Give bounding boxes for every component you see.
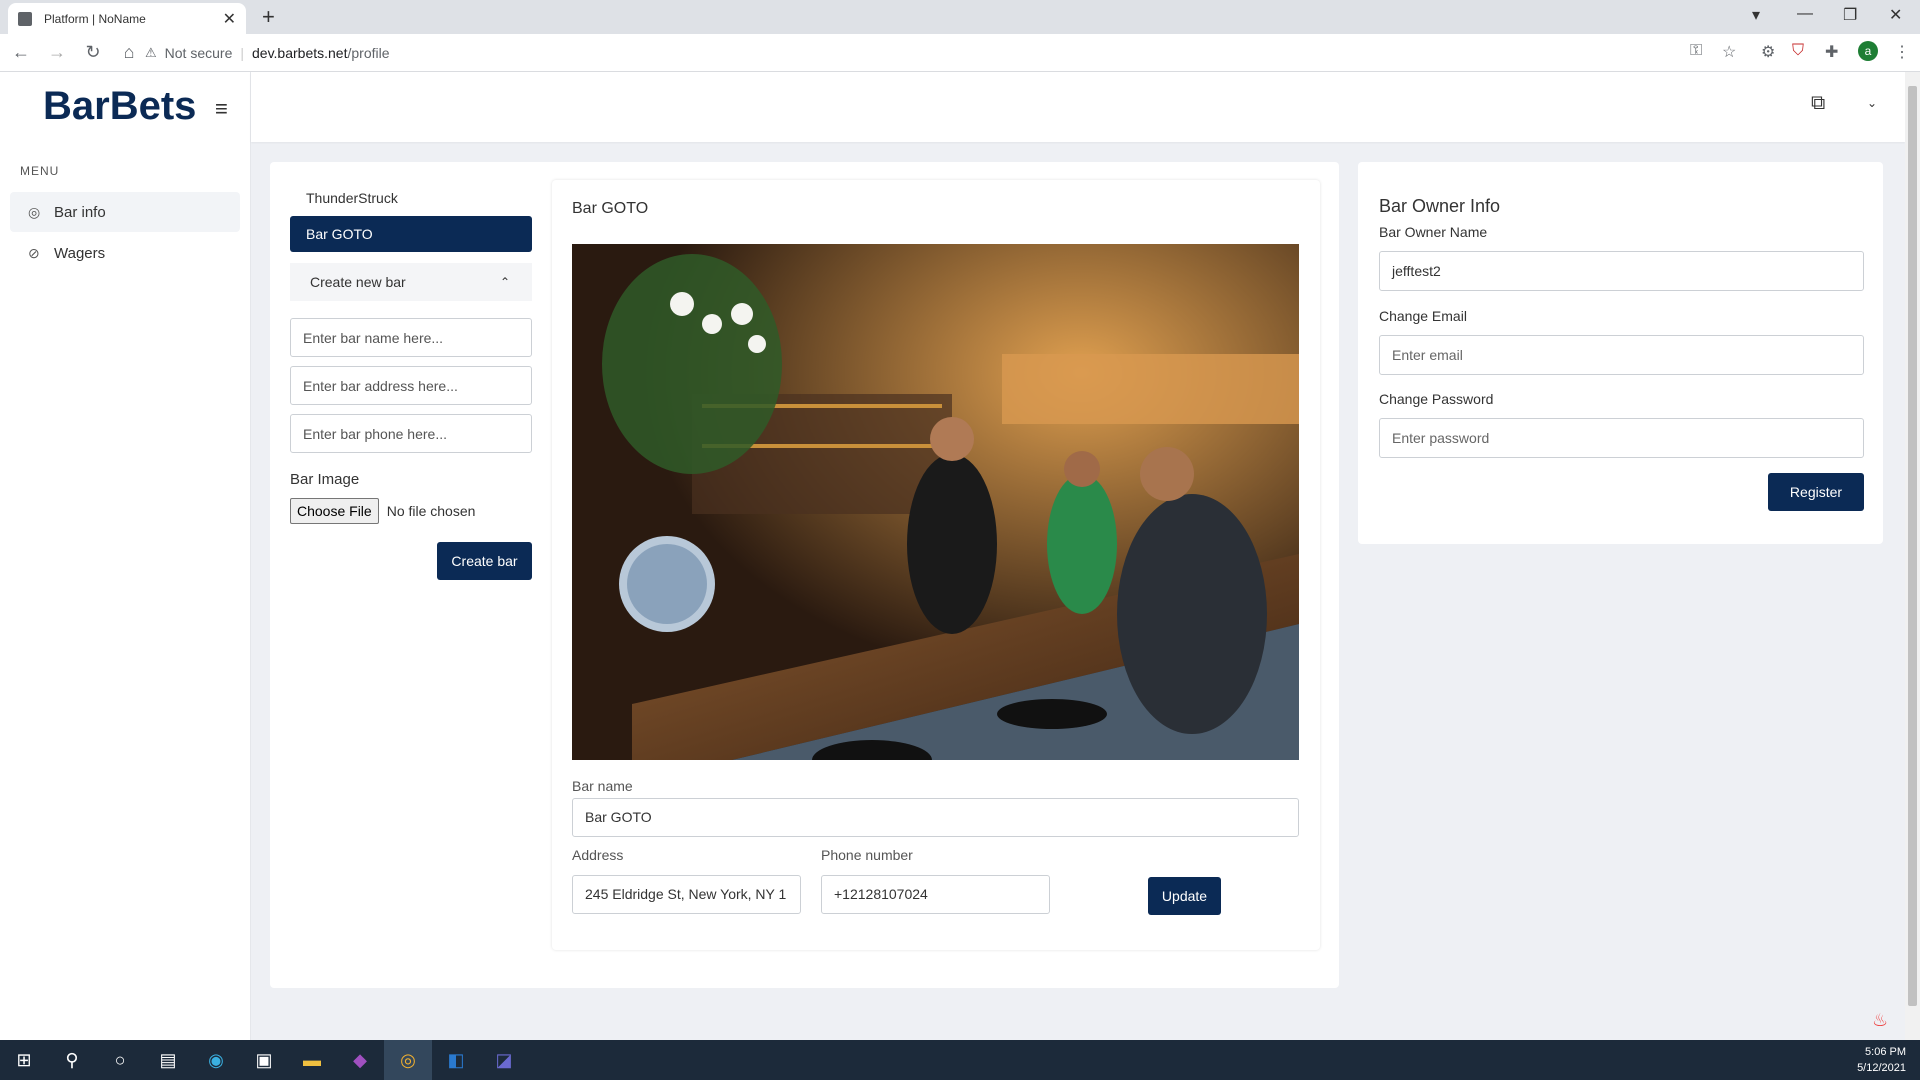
owner-name-label: Bar Owner Name: [1379, 224, 1488, 240]
email-field[interactable]: Enter email: [1379, 335, 1864, 375]
back-icon[interactable]: ←: [6, 42, 36, 63]
menu-header: MENU: [20, 164, 60, 178]
bar-owner-card: Bar Owner Info Bar Owner Name jefftest2 …: [1358, 162, 1883, 544]
bar-name-input[interactable]: [290, 318, 532, 357]
chevron-down-icon[interactable]: ⌄: [1867, 96, 1877, 110]
system-clock[interactable]: 5:06 PM 5/12/2021: [1857, 1044, 1906, 1076]
edge-icon[interactable]: ◉: [192, 1040, 240, 1080]
bar-photo: [572, 244, 1299, 760]
onenote-icon[interactable]: ◆: [336, 1040, 384, 1080]
create-bar-button[interactable]: Create bar: [437, 542, 532, 580]
scrollbar-thumb[interactable]: [1908, 86, 1917, 1006]
browser-tabbar: Platform | NoName ✕ + ▾ — ❐ ✕: [0, 0, 1920, 34]
hamburger-icon[interactable]: ≡: [215, 96, 228, 122]
logo[interactable]: BarBets: [43, 84, 196, 129]
choose-file-button[interactable]: Choose File: [290, 498, 379, 524]
bar-detail-card: Bar GOTO Bar name Bar GOTO Address 245 E…: [552, 180, 1320, 950]
clock-time: 5:06 PM: [1865, 1046, 1906, 1058]
close-window-icon[interactable]: ✕: [1889, 5, 1902, 25]
owner-card-title: Bar Owner Info: [1379, 196, 1501, 216]
map-pin-icon: ◎: [28, 203, 41, 220]
cortana-icon[interactable]: ○: [96, 1040, 144, 1080]
key-icon[interactable]: ⚿: [1690, 42, 1702, 60]
phone-field[interactable]: +12128107024: [821, 875, 1050, 914]
create-new-bar-label: Create new bar: [310, 274, 406, 290]
avatar[interactable]: a: [1858, 41, 1878, 61]
password-label: Change Password: [1379, 391, 1494, 407]
task-view-icon[interactable]: ▤: [144, 1040, 192, 1080]
sidebar-item-wagers[interactable]: ⊘ Wagers: [10, 233, 240, 273]
bar-image-label: Bar Image: [290, 471, 360, 488]
bar-list-panel: ThunderStruck Bar GOTO Create new bar ⌃ …: [290, 180, 532, 580]
create-new-bar-toggle[interactable]: Create new bar ⌃: [290, 263, 532, 301]
sidebar-item-label: Wagers: [54, 244, 106, 262]
fire-icon[interactable]: ♨: [1872, 1010, 1888, 1031]
shield-icon[interactable]: ⛉: [1792, 42, 1804, 60]
more-icon[interactable]: ⋮: [1894, 42, 1910, 62]
sidebar: BarBets ≡ MENU ◎ Bar info ⊘ Wagers: [0, 72, 251, 1040]
bar-phone-input[interactable]: [290, 414, 532, 453]
home-icon[interactable]: ⌂: [114, 42, 144, 63]
phone-label: Phone number: [821, 847, 913, 863]
extension-globe-icon[interactable]: ⚙: [1761, 42, 1775, 62]
teams-icon[interactable]: ◪: [480, 1040, 528, 1080]
browser-tab[interactable]: Platform | NoName ✕: [8, 3, 246, 34]
security-label: Not secure: [164, 45, 233, 61]
bar-detail-title: Bar GOTO: [572, 200, 649, 217]
top-header: ⧉ ⌄: [251, 72, 1905, 142]
bar-address-input[interactable]: [290, 366, 532, 405]
sidebar-item-bar-info[interactable]: ◎ Bar info: [10, 192, 240, 232]
bar-name-label: Bar name: [572, 778, 633, 794]
url-separator: |: [240, 45, 244, 61]
owner-name-field[interactable]: jefftest2: [1379, 251, 1864, 291]
address-label: Address: [572, 847, 624, 863]
windows-taskbar: ⊞ ⚲ ○ ▤ ◉ ▣ ▬ ◆ ◎ ◧ ◪ 5:06 PM 5/12/2021: [0, 1040, 1920, 1080]
email-label: Change Email: [1379, 308, 1467, 324]
file-picker: Choose File No file chosen: [290, 498, 532, 524]
file-explorer-icon[interactable]: ▬: [288, 1040, 336, 1080]
store-icon[interactable]: ▣: [240, 1040, 288, 1080]
url-field[interactable]: ⚠ Not secure | dev.barbets.net /profile: [145, 38, 1740, 68]
tag-icon: ⊘: [28, 244, 40, 261]
password-field[interactable]: Enter password: [1379, 418, 1864, 458]
search-icon[interactable]: ⚲: [48, 1040, 96, 1080]
address-bar-row: ← → ↻ ⌂ ⚠ Not secure | dev.barbets.net /…: [0, 34, 1920, 72]
chrome-icon[interactable]: ◎: [384, 1040, 432, 1080]
bar-list-item-selected[interactable]: Bar GOTO: [290, 216, 532, 252]
register-button[interactable]: Register: [1768, 473, 1864, 511]
tab-title: Platform | NoName: [44, 11, 146, 26]
layout-icon[interactable]: ⧉: [1811, 92, 1825, 115]
forward-icon[interactable]: →: [42, 42, 72, 63]
url-path: /profile: [347, 45, 390, 61]
update-button[interactable]: Update: [1148, 877, 1221, 915]
star-icon[interactable]: ☆: [1722, 42, 1736, 62]
file-status: No file chosen: [386, 503, 476, 519]
start-icon[interactable]: ⊞: [0, 1040, 48, 1080]
url-host: dev.barbets.net: [252, 45, 348, 61]
warning-icon: ⚠: [145, 45, 157, 60]
clock-date: 5/12/2021: [1857, 1062, 1906, 1074]
bar-list-item[interactable]: ThunderStruck: [290, 180, 532, 216]
sidebar-item-label: Bar info: [54, 203, 106, 221]
restore-icon[interactable]: ❐: [1843, 5, 1857, 25]
bar-name-field[interactable]: Bar GOTO: [572, 798, 1299, 837]
close-tab-icon[interactable]: ✕: [223, 9, 236, 29]
reload-icon[interactable]: ↻: [78, 42, 108, 63]
new-tab-icon[interactable]: +: [262, 4, 275, 30]
favicon-icon: [18, 11, 32, 26]
minimize-icon[interactable]: —: [1797, 5, 1813, 23]
outlook-icon[interactable]: ◧: [432, 1040, 480, 1080]
scrollbar[interactable]: [1905, 72, 1920, 1040]
chevron-up-icon: ⌃: [499, 275, 510, 289]
profile-menu-icon[interactable]: ▾: [1752, 5, 1760, 25]
address-field[interactable]: 245 Eldridge St, New York, NY 1: [572, 875, 801, 914]
puzzle-icon[interactable]: ✚: [1825, 42, 1838, 62]
